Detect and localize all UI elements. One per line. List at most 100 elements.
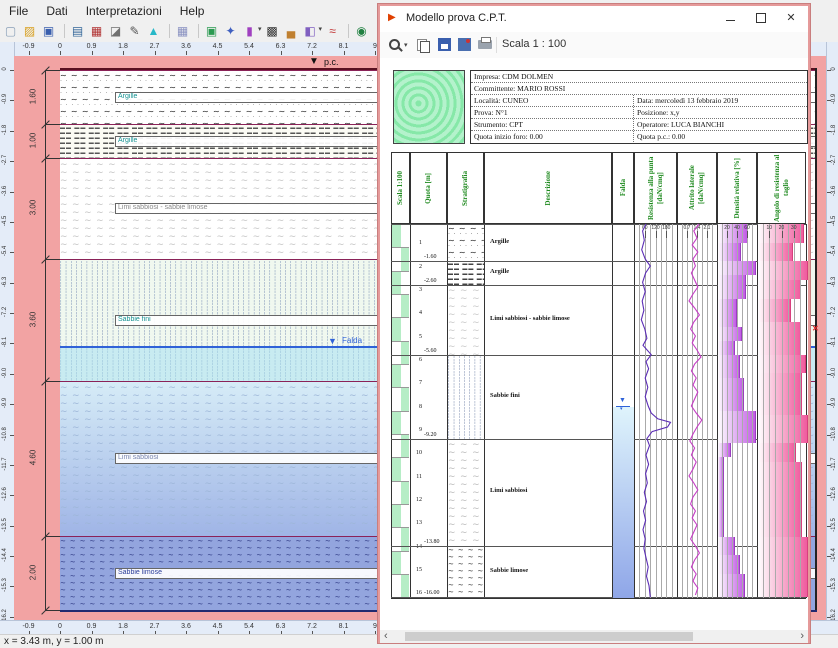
gridline <box>775 224 776 598</box>
scala-stripe <box>392 224 401 247</box>
column-header-label: Descrizione <box>544 171 553 206</box>
section-image-icon[interactable]: ◧ <box>302 23 319 39</box>
depth-number: 1 <box>410 240 422 246</box>
dropdown-caret-icon[interactable]: ▾ <box>258 26 262 33</box>
pattern-row: ∼ ∼ ∼ ∼ ∼ ∼ ∼ ∼ ∼ ∼ ∼ ∼ ∼ ∼ ∼ ∼ ∼ ∼ ∼ ∼ … <box>448 310 484 318</box>
cpt-cone-icon[interactable]: ▲ <box>145 23 162 39</box>
close-button[interactable]: ✕ <box>776 6 806 31</box>
column-header-8: Angolo di resistenza al taglio <box>757 152 806 224</box>
header-table: Impresa: CDM DOLMENCommittente: MARIO RO… <box>470 70 808 144</box>
scala-meter-line <box>392 457 409 458</box>
minimize-button[interactable] <box>716 6 746 31</box>
scala-meter-line <box>392 247 409 248</box>
scala-stripe <box>392 434 401 457</box>
preview-title-bar[interactable]: ▶ Modello prova C.P.T. ✕ <box>380 6 808 33</box>
settings-gear-icon[interactable]: ✦ <box>222 23 239 39</box>
dropdown-caret-icon[interactable]: ▾ <box>319 26 323 33</box>
maximize-button[interactable] <box>746 6 776 31</box>
quota-label: -2.60 <box>424 278 446 284</box>
save-icon[interactable] <box>438 38 451 51</box>
graph-line-5 <box>634 224 677 598</box>
pattern-row: ∼ ∼ ∼ ∼ ∼ ∼ ∼ ∼ ∼ ∼ ∼ ∼ ∼ ∼ ∼ ∼ ∼ ∼ ∼ ∼ … <box>448 496 484 504</box>
edit-profile-icon[interactable]: ✎ <box>126 23 143 39</box>
column-header-6: Attrito laterale [daN/cmq] <box>677 152 717 224</box>
save-icon[interactable]: ▣ <box>40 23 57 39</box>
strat-pattern-2: ∼ ∼ ∼ ∼ ∼ ∼ ∼ ∼ ∼ ∼ ∼ ∼ ∼ ∼ ∼ ∼ ∼ ∼ ∼ ∼ … <box>448 285 484 355</box>
scala-stripe <box>401 341 409 364</box>
pattern-row: ∼ ∼ ∼ ∼ ∼ ∼ ∼ ∼ ∼ ∼ ∼ ∼ ∼ ∼ ∼ ∼ ∼ ∼ ∼ ∼ … <box>448 302 484 310</box>
menu-item-help[interactable]: Help <box>171 0 214 22</box>
histogram-icon[interactable]: ▄ <box>283 23 300 39</box>
table-dark-icon[interactable]: ▩ <box>264 23 281 39</box>
pattern-row: ∼ ∼ ∼ ∼ ∼ ∼ ∼ ∼ ∼ ∼ ∼ ∼ ∼ ∼ ∼ ∼ ∼ ∼ ∼ ∼ … <box>448 472 484 480</box>
column-header-1: Quota [m] <box>410 152 447 224</box>
ruler-label: 7.2 <box>304 43 320 50</box>
export-icon[interactable] <box>458 38 471 51</box>
scala-meter-line <box>392 504 409 505</box>
pc-label: p.c. <box>324 57 339 67</box>
scala-stripe <box>401 387 409 410</box>
column-header-2: Stratigrafia <box>447 152 484 224</box>
preview-toolbar: Scala 1 : 100 ▾ <box>380 32 808 59</box>
ruler-tick <box>827 495 831 496</box>
ruler-label: -13.5 <box>831 513 837 537</box>
ruler-label: -4.5 <box>2 209 8 233</box>
ruler-label: -1.8 <box>831 118 837 142</box>
dimension-line <box>45 70 46 610</box>
ruler-label: 1.8 <box>115 623 131 630</box>
zoom-icon[interactable] <box>388 38 402 52</box>
ruler-label: -15.3 <box>831 573 837 597</box>
column-header-label: Densità relativa [%] <box>733 158 742 219</box>
scroll-right-arrow-icon[interactable]: › <box>800 630 804 643</box>
pc-marker-icon: ▼ <box>309 56 319 67</box>
image-tool-icon[interactable]: ▦ <box>88 23 105 39</box>
falda-symbol-icon: ▼ <box>328 336 337 346</box>
thickness-label: 4.60 <box>29 443 38 473</box>
ruler-label: -9.9 <box>2 391 8 415</box>
menu-item-dati[interactable]: Dati <box>37 0 76 22</box>
header-cell: Impresa: CDM DOLMEN <box>471 71 804 82</box>
pattern-row: ∼ ∼ ∼ ∼ ∼ ∼ ∼ ∼ ∼ ∼ ∼ ∼ ∼ ∼ ∼ ∼ ∼ ∼ ∼ ∼ … <box>448 520 484 528</box>
ruler-label: -10.8 <box>2 422 8 446</box>
export-html-icon[interactable]: ◉ <box>353 23 370 39</box>
edit-section-icon[interactable]: ◪ <box>107 23 124 39</box>
zoom-caret-icon[interactable]: ▾ <box>404 41 408 49</box>
ruler-label: -12.6 <box>2 482 8 506</box>
header-cell: Quota p.c.: 0.00 <box>633 131 808 142</box>
ruler-label: -3.6 <box>831 179 837 203</box>
line-chart-icon[interactable]: ≈ <box>324 23 341 39</box>
ruler-label: -6.3 <box>2 270 8 294</box>
depth-number: 8 <box>410 404 422 410</box>
column-header-label: Angolo di resistenza al taglio <box>773 154 791 222</box>
step-bar <box>718 443 731 457</box>
chart-image-icon[interactable]: ▣ <box>203 23 220 39</box>
toolbar-separator <box>343 24 349 38</box>
new-file-icon[interactable]: ▢ <box>2 23 19 39</box>
ruler-tick <box>827 283 831 284</box>
menu-item-file[interactable]: File <box>0 0 37 22</box>
quota-label: -5.60 <box>424 348 446 354</box>
bar-chart-icon[interactable]: ▮ <box>241 23 258 39</box>
report-icon[interactable]: ▤ <box>69 23 86 39</box>
menu-item-interpretazioni[interactable]: Interpretazioni <box>77 0 171 22</box>
gridline <box>737 224 738 598</box>
copy-icon[interactable] <box>416 38 430 52</box>
preview-hscrollbar[interactable]: ‹ › <box>380 630 808 643</box>
column-header-0: Scala 1:100 <box>391 152 410 224</box>
pattern-row: ∼ ∼ ∼ ∼ ∼ ∼ ∼ ∼ ∼ ∼ ∼ ∼ ∼ ∼ ∼ ∼ ∼ ∼ ∼ ∼ … <box>448 589 484 596</box>
column-header-4: Falda <box>612 152 634 224</box>
scroll-left-arrow-icon[interactable]: ‹ <box>384 630 388 643</box>
dimension-extension <box>45 124 60 125</box>
ruler-label: 6.3 <box>273 623 289 630</box>
descrizione-label-1: Argille <box>490 268 608 275</box>
scroll-thumb[interactable] <box>405 632 693 641</box>
print-icon[interactable] <box>478 40 492 49</box>
column-header-label: Falda <box>619 179 628 196</box>
ruler-tick <box>827 526 831 527</box>
layer-boundary-line <box>391 546 806 547</box>
open-folder-icon[interactable]: ▨ <box>21 23 38 39</box>
pattern-row: ∼ ∼ ∼ ∼ ∼ ∼ ∼ ∼ ∼ ∼ ∼ ∼ ∼ ∼ ∼ ∼ ∼ ∼ ∼ ∼ … <box>448 554 484 561</box>
data-grid-icon[interactable]: ▦ <box>174 23 191 39</box>
gridline <box>794 224 795 598</box>
scala-stripe <box>392 271 401 294</box>
